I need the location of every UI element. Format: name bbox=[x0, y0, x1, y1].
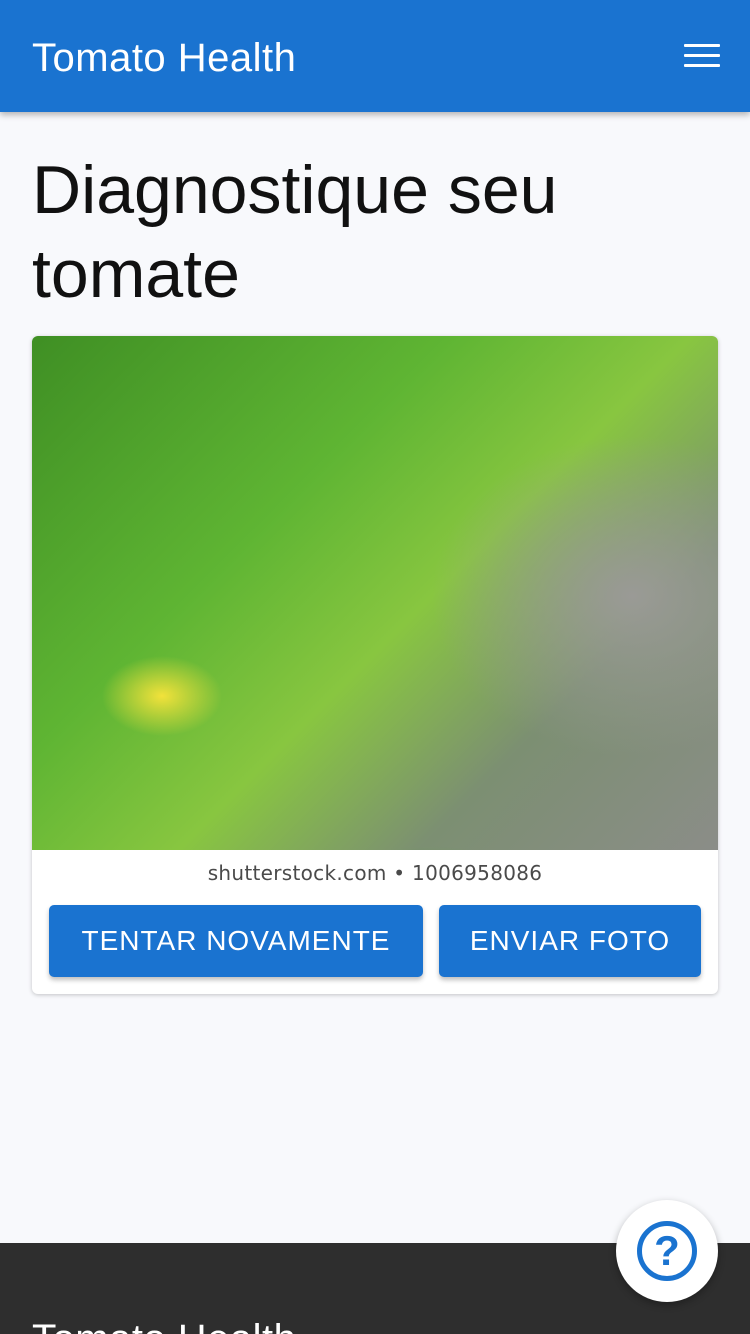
help-question-icon: ? bbox=[637, 1221, 697, 1281]
menu-bar-line bbox=[684, 44, 720, 47]
menu-bar-line bbox=[684, 54, 720, 57]
retry-button[interactable]: TENTAR NOVAMENTE bbox=[49, 905, 423, 977]
send-photo-button[interactable]: ENVIAR FOTO bbox=[439, 905, 701, 977]
app-title: Tomato Health bbox=[32, 36, 297, 80]
app-bar: Tomato Health bbox=[0, 0, 750, 112]
menu-bar-line bbox=[684, 64, 720, 67]
help-button[interactable]: ? bbox=[616, 1200, 718, 1302]
tomato-leaf-photo bbox=[32, 336, 718, 850]
page-title: Diagnostique seu tomate bbox=[32, 152, 558, 312]
hamburger-menu-icon[interactable] bbox=[672, 36, 732, 78]
watermark-strip: shutterstock.com • 1006958086 bbox=[32, 850, 718, 896]
watermark-text: shutterstock.com • 1006958086 bbox=[207, 861, 543, 885]
footer-title: Tomato Health bbox=[32, 1317, 296, 1334]
photo-card: shutterstock.com • 1006958086 TENTAR NOV… bbox=[32, 336, 718, 994]
